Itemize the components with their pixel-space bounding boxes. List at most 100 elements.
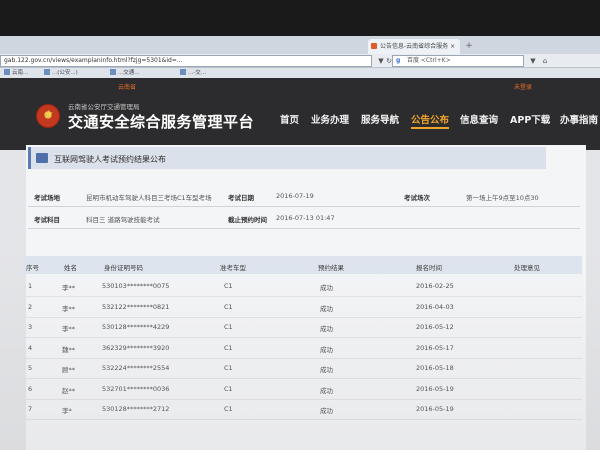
table-row (22, 398, 582, 400)
emblem-star-icon: ★ (44, 109, 54, 120)
cell-name: 李** (62, 325, 75, 333)
address-bar[interactable]: gab.122.gov.cn/views/examplaninfo.html?f… (0, 55, 372, 67)
deadline-value: 2016-07-13 01:47 (276, 214, 335, 222)
new-tab-button[interactable]: + (463, 41, 475, 52)
cell-vehicle-type: C1 (224, 282, 233, 290)
cell-result: 成功 (320, 284, 333, 292)
police-emblem-logo: ★ (36, 104, 60, 128)
col-header-type: 准考车型 (220, 264, 246, 272)
col-header-date: 报名时间 (416, 264, 442, 272)
cell-no: 7 (28, 405, 33, 413)
nav-guide[interactable]: 办事指南 (560, 112, 598, 126)
nav-app-download[interactable]: APP下载 (510, 112, 550, 126)
download-icon[interactable]: ▼ (528, 56, 538, 66)
cell-vehicle-type: C1 (224, 405, 233, 413)
cell-id-number: 532224********2554 (102, 364, 170, 372)
date-label: 考试日期 (228, 194, 254, 202)
search-engine-icon: g (396, 57, 401, 64)
cell-result: 成功 (320, 304, 333, 313)
cell-no: 6 (28, 384, 33, 393)
home-icon[interactable]: ⌂ (540, 56, 550, 66)
bookmark-item[interactable]: ...交通... (110, 68, 140, 78)
table-row (22, 337, 582, 338)
org-name: 云南省公安厅交通管理局 (68, 103, 140, 111)
monitor-bezel (0, 0, 600, 40)
nav-info-query[interactable]: 信息查询 (460, 112, 498, 126)
browser-tab-bar (0, 36, 600, 54)
cell-id-number: 532701********0036 (102, 384, 170, 393)
info-divider (28, 228, 580, 229)
col-header-id: 身份证明号码 (104, 264, 143, 272)
cell-result: 成功 (320, 366, 333, 374)
deadline-label: 截止预约时间 (228, 216, 267, 224)
cell-no: 1 (28, 282, 33, 290)
cell-vehicle-type: C1 (224, 384, 233, 393)
cell-no: 5 (28, 364, 33, 372)
cell-id-number: 530128********4229 (102, 323, 170, 331)
bookmark-item[interactable]: 云南... (4, 68, 28, 78)
search-placeholder: 百度 <Ctrl+K> (407, 57, 451, 64)
cell-no: 3 (28, 323, 33, 331)
login-status[interactable]: 未登录 (514, 82, 532, 91)
cell-id-number: 362329********3920 (102, 343, 170, 352)
bookmark-icon (4, 69, 10, 75)
bookmark-item[interactable]: ...-交... (180, 68, 206, 78)
cell-name: 魏** (62, 345, 75, 354)
subject-label: 考试科目 (34, 216, 60, 224)
cell-name: 顾** (62, 366, 75, 374)
cell-vehicle-type: C1 (224, 302, 233, 311)
col-header-result: 预约结果 (318, 264, 344, 272)
cell-date: 2016-05-12 (416, 323, 454, 331)
section-title: 互联网驾驶人考试预约结果公布 (54, 155, 166, 164)
table-row (22, 419, 582, 420)
cell-vehicle-type: C1 (224, 364, 233, 372)
region-link[interactable]: 云南省 (118, 82, 136, 91)
cell-id-number: 532122********0821 (102, 302, 170, 311)
cell-name: 李** (62, 304, 75, 313)
bookmarks-bar: 云南... ...(公安...) ...交通... ...-交... (0, 68, 600, 78)
table-row (22, 316, 582, 318)
cell-date: 2016-05-17 (416, 343, 454, 352)
cell-no: 2 (28, 302, 33, 311)
browser-tab[interactable]: 公告信息-云南省综合服务 × (368, 39, 460, 54)
cell-vehicle-type: C1 (224, 323, 233, 331)
cell-date: 2016-02-25 (416, 282, 454, 290)
announcement-icon (36, 153, 48, 163)
nav-home[interactable]: 首页 (280, 112, 299, 126)
cell-vehicle-type: C1 (224, 343, 233, 352)
cell-result: 成功 (320, 386, 333, 395)
site-favicon-icon (371, 43, 377, 49)
session-label: 考试场次 (404, 194, 430, 202)
date-value: 2016-07-19 (276, 192, 314, 200)
search-input[interactable]: g 百度 <Ctrl+K> (392, 55, 524, 67)
nav-business[interactable]: 业务办理 (311, 112, 349, 126)
cell-name: 李* (62, 407, 72, 415)
site-title: 交通安全综合服务管理平台 (68, 113, 255, 131)
cell-result: 成功 (320, 407, 333, 415)
browser-tab-title: 公告信息-云南省综合服务 × (380, 43, 456, 50)
bookmark-icon (110, 69, 116, 75)
table-row (22, 357, 582, 359)
info-divider (28, 206, 580, 207)
cell-result: 成功 (320, 345, 333, 354)
nav-service-guide[interactable]: 服务导航 (361, 112, 399, 126)
nav-announcements[interactable]: 公告公布 (411, 112, 449, 126)
cell-name: 赵** (62, 386, 75, 395)
col-header-name: 姓名 (64, 264, 77, 272)
bookmark-item[interactable]: ...(公安...) (44, 68, 78, 78)
cell-name: 李** (62, 284, 75, 292)
venue-label: 考试场地 (34, 194, 60, 202)
col-header-no: 序号 (26, 264, 39, 272)
session-value: 第一场上午9点至10点30 (466, 194, 539, 202)
cell-date: 2016-05-19 (416, 405, 454, 413)
cell-date: 2016-05-19 (416, 384, 454, 393)
cell-id-number: 530128********2712 (102, 405, 170, 413)
table-row (22, 296, 582, 297)
col-header-remark: 处理意见 (514, 264, 540, 272)
cell-no: 4 (28, 343, 33, 352)
cell-id-number: 530103********0075 (102, 282, 170, 290)
cell-result: 成功 (320, 325, 333, 333)
bookmark-icon (44, 69, 50, 75)
cell-date: 2016-04-03 (416, 302, 454, 311)
active-nav-indicator (411, 127, 449, 129)
